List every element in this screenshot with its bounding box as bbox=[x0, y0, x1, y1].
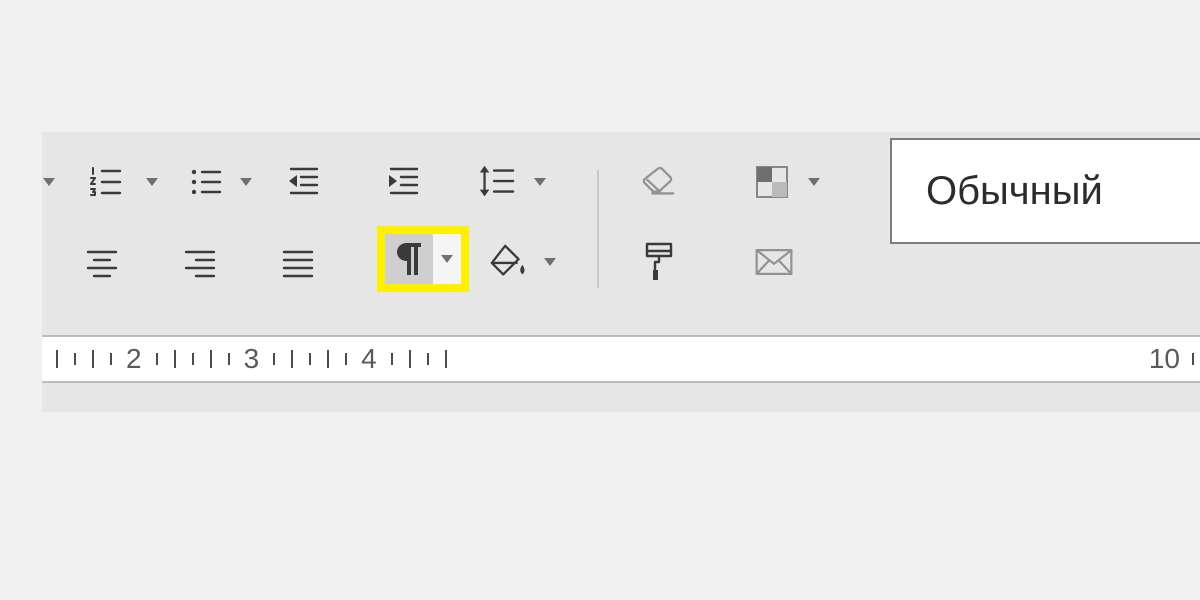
eraser-icon bbox=[637, 161, 679, 203]
paragraph-style-dropdown[interactable]: Обычный bbox=[890, 138, 1200, 244]
increase-indent-button[interactable] bbox=[374, 152, 430, 212]
chevron-down-icon bbox=[539, 258, 561, 266]
eraser-button[interactable] bbox=[628, 152, 688, 212]
paint-bucket-icon bbox=[488, 241, 530, 283]
toolbar-panel: Обычный bbox=[42, 132, 1200, 412]
pilcrow-icon bbox=[388, 238, 430, 280]
ruler-number: 3 bbox=[244, 343, 260, 375]
pilcrow-dropdown[interactable] bbox=[433, 234, 461, 284]
align-center-icon bbox=[81, 241, 123, 283]
align-center-button[interactable] bbox=[74, 232, 130, 292]
chevron-down-icon bbox=[42, 178, 60, 186]
numbered-list-dropdown[interactable] bbox=[140, 152, 164, 212]
color-grid-icon bbox=[751, 161, 793, 203]
paragraph-style-label: Обычный bbox=[926, 169, 1103, 214]
chevron-down-icon bbox=[141, 178, 163, 186]
ruler-number: 2 bbox=[126, 343, 142, 375]
bulleted-list-dropdown[interactable] bbox=[234, 152, 258, 212]
numbered-list-icon bbox=[85, 161, 127, 203]
line-spacing-button[interactable] bbox=[466, 152, 526, 212]
paintbrush-icon bbox=[637, 241, 679, 283]
line-spacing-icon bbox=[475, 161, 517, 203]
color-picker-button[interactable] bbox=[742, 152, 802, 212]
format-paintbrush-button[interactable] bbox=[628, 232, 688, 292]
envelope-icon bbox=[753, 241, 795, 283]
toolbar-row-1: Обычный bbox=[42, 152, 1200, 212]
pilcrow-button[interactable] bbox=[385, 234, 433, 284]
numbered-list-button[interactable] bbox=[72, 152, 140, 212]
decrease-indent-icon bbox=[281, 161, 323, 203]
pilcrow-highlight bbox=[377, 226, 469, 292]
envelope-button[interactable] bbox=[744, 232, 804, 292]
align-right-button[interactable] bbox=[172, 232, 228, 292]
line-spacing-dropdown[interactable] bbox=[528, 152, 552, 212]
ruler-number: 4 bbox=[361, 343, 377, 375]
ruler-number: 10 bbox=[1149, 343, 1180, 375]
chevron-down-icon bbox=[235, 178, 257, 186]
align-justify-icon bbox=[277, 241, 319, 283]
horizontal-ruler[interactable]: 2 3 4 10 bbox=[42, 335, 1200, 383]
chevron-down-icon bbox=[436, 255, 458, 263]
color-picker-dropdown[interactable] bbox=[802, 152, 826, 212]
chevron-down-icon bbox=[803, 178, 825, 186]
align-justify-button[interactable] bbox=[270, 232, 326, 292]
ruler-graduations: 2 3 4 10 bbox=[42, 337, 1200, 381]
decrease-indent-button[interactable] bbox=[274, 152, 330, 212]
increase-indent-icon bbox=[381, 161, 423, 203]
bulleted-list-button[interactable] bbox=[178, 152, 234, 212]
paint-bucket-dropdown[interactable] bbox=[538, 232, 562, 292]
paint-bucket-button[interactable] bbox=[480, 232, 538, 292]
bulleted-list-icon bbox=[185, 161, 227, 203]
chevron-down-icon bbox=[529, 178, 551, 186]
prev-control-dropdown[interactable] bbox=[42, 152, 64, 212]
toolbar-row-2 bbox=[42, 232, 1200, 292]
align-right-icon bbox=[179, 241, 221, 283]
